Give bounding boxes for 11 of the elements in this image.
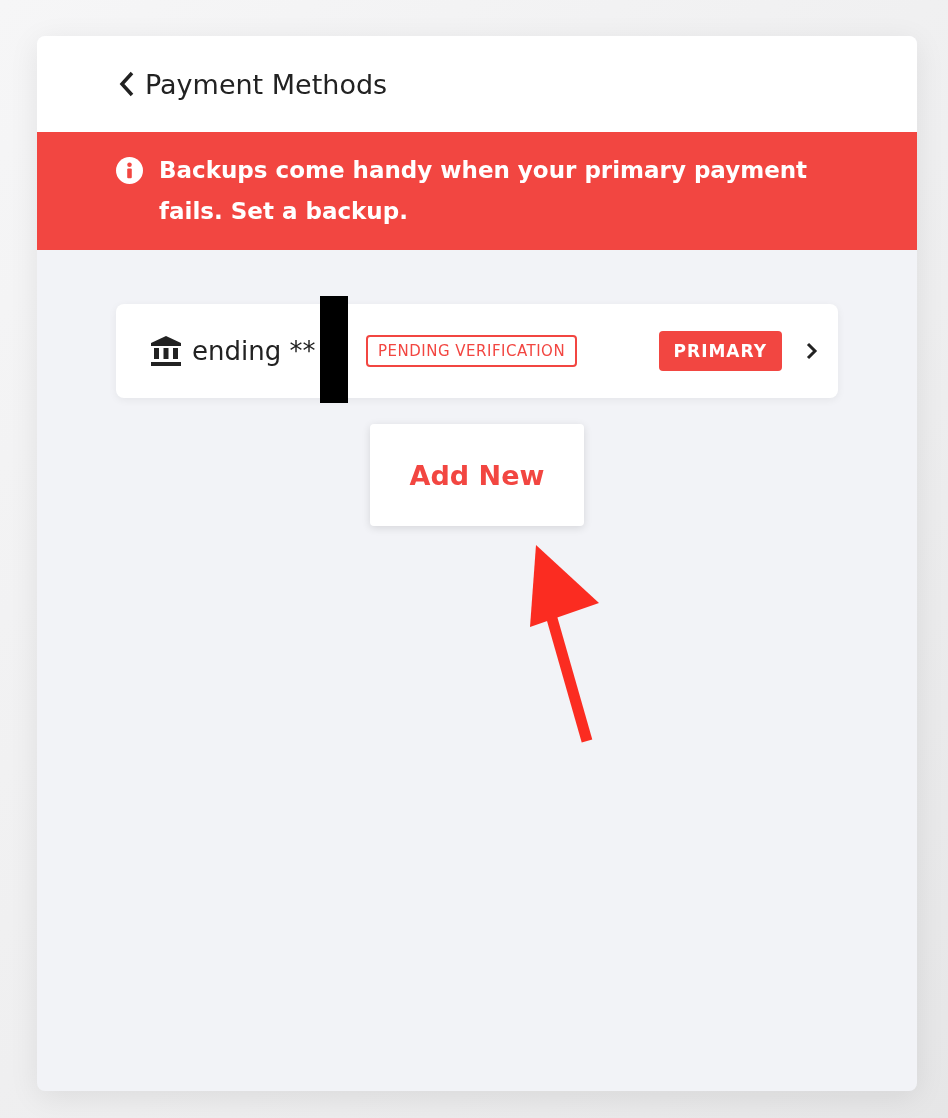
page-title: Payment Methods xyxy=(145,68,388,100)
status-tag: PENDING VERIFICATION xyxy=(366,335,578,367)
payment-method-row[interactable]: ending ** PENDING VERIFICATION PRIMARY xyxy=(116,304,838,398)
bank-icon xyxy=(150,335,182,367)
alert-message: Backups come handy when your primary payment fails. Set a backup. xyxy=(159,156,809,226)
back-icon[interactable] xyxy=(119,71,135,97)
info-icon xyxy=(116,157,143,184)
chevron-right-icon xyxy=(806,342,818,360)
add-new-button[interactable]: Add New xyxy=(370,424,584,526)
primary-tag: PRIMARY xyxy=(658,331,782,371)
account-ending: ending ** xyxy=(192,336,317,366)
